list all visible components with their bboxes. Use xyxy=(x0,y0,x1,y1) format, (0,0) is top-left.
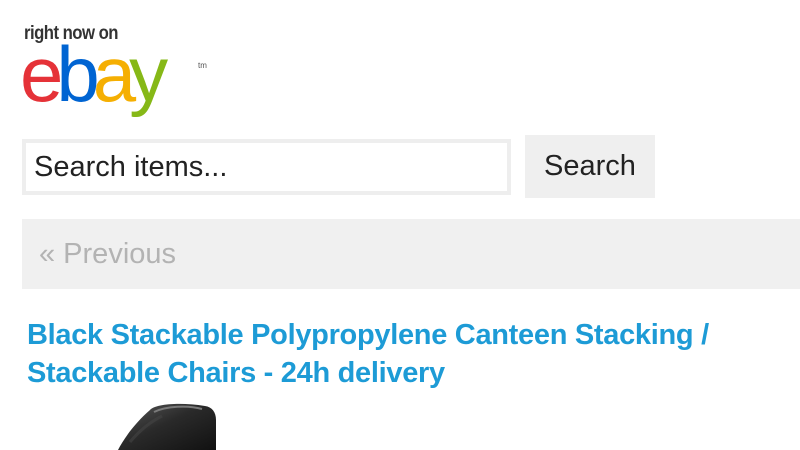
trademark-mark: tm xyxy=(198,61,207,70)
search-input[interactable] xyxy=(22,139,511,195)
pagination-bar: « Previous xyxy=(22,219,800,289)
previous-page-link[interactable]: « Previous xyxy=(39,236,176,272)
logo-letter-b: b xyxy=(56,30,99,118)
logo-letter-a: a xyxy=(92,30,136,118)
ebay-logo[interactable]: ebay tm xyxy=(20,30,207,118)
search-button[interactable]: Search xyxy=(525,135,655,198)
logo-letter-e: e xyxy=(20,30,63,118)
logo-letter-y: y xyxy=(129,30,168,118)
listing-image[interactable] xyxy=(110,400,250,450)
page: right now on ebay tm Search « Previous B… xyxy=(0,0,800,450)
listing-title-link[interactable]: Black Stackable Polypropylene Canteen St… xyxy=(27,316,767,392)
chair-image xyxy=(118,403,216,450)
